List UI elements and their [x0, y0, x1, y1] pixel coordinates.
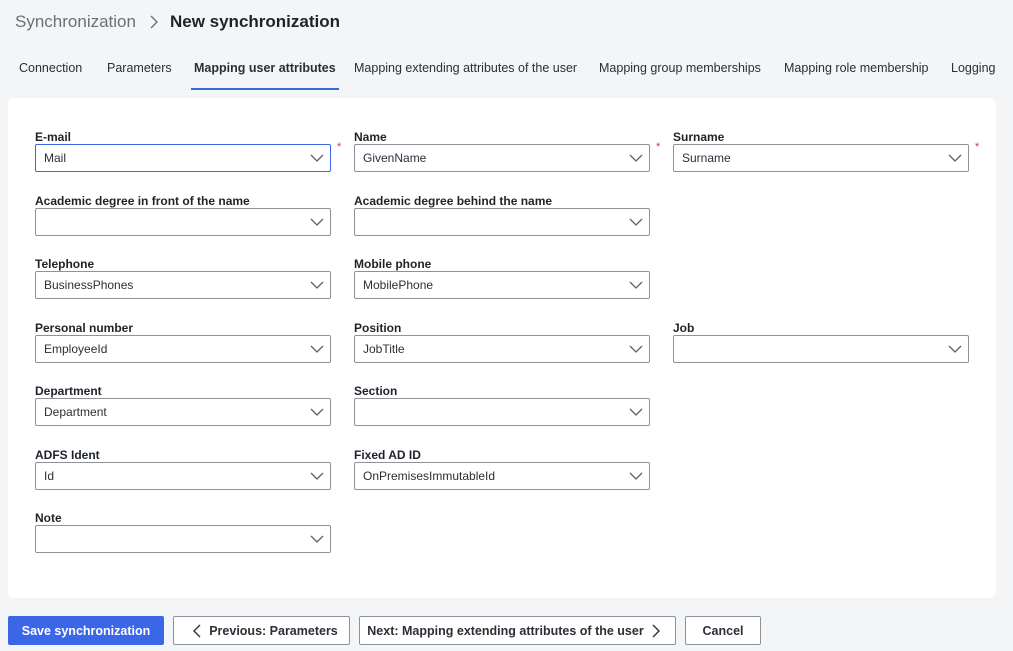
department-label: Department: [35, 384, 102, 398]
email-label: E-mail: [35, 130, 72, 144]
mapping-form-card: E-mail Mail * Name GivenName * Surname S…: [8, 98, 996, 598]
job-field: Job: [673, 320, 969, 363]
chevron-down-icon: [310, 218, 324, 226]
chevron-down-icon: [310, 281, 324, 289]
tab-parameters[interactable]: Parameters: [107, 52, 172, 90]
degree-front-label: Academic degree in front of the name: [35, 194, 250, 208]
surname-label: Surname: [673, 130, 725, 144]
email-field: E-mail Mail *: [35, 129, 341, 172]
mobile-phone-field: Mobile phone MobilePhone: [354, 256, 650, 299]
telephone-select[interactable]: BusinessPhones: [35, 271, 331, 299]
surname-value: Surname: [682, 151, 731, 165]
chevron-down-icon: [948, 154, 962, 162]
position-select[interactable]: JobTitle: [354, 335, 650, 363]
email-select[interactable]: Mail: [35, 144, 331, 172]
mobile-phone-label: Mobile phone: [354, 257, 432, 271]
note-select[interactable]: [35, 525, 331, 553]
adfs-ident-field: ADFS Ident Id: [35, 447, 331, 490]
personal-number-field: Personal number EmployeeId: [35, 320, 331, 363]
next-button-label: Next: Mapping extending attributes of th…: [367, 623, 644, 638]
chevron-down-icon: [629, 408, 643, 416]
next-button[interactable]: Next: Mapping extending attributes of th…: [359, 616, 676, 645]
adfs-ident-label: ADFS Ident: [35, 448, 100, 462]
chevron-down-icon: [310, 345, 324, 353]
name-value: GivenName: [363, 151, 427, 165]
save-synchronization-button[interactable]: Save synchronization: [8, 616, 164, 645]
degree-behind-field: Academic degree behind the name: [354, 193, 650, 236]
chevron-down-icon: [310, 472, 324, 480]
department-field: Department Department: [35, 383, 331, 426]
telephone-label: Telephone: [35, 257, 95, 271]
chevron-down-icon: [629, 218, 643, 226]
breadcrumb-parent-link[interactable]: Synchronization: [15, 12, 136, 32]
previous-button-label: Previous: Parameters: [209, 623, 338, 638]
position-value: JobTitle: [363, 342, 405, 356]
note-label: Note: [35, 511, 62, 525]
department-select[interactable]: Department: [35, 398, 331, 426]
adfs-ident-select[interactable]: Id: [35, 462, 331, 490]
surname-field: Surname Surname *: [673, 129, 979, 172]
tab-connection[interactable]: Connection: [19, 52, 82, 90]
fixed-ad-id-label: Fixed AD ID: [354, 448, 421, 462]
fixed-ad-id-field: Fixed AD ID OnPremisesImmutableId: [354, 447, 650, 490]
tab-mapping-role-membership[interactable]: Mapping role membership: [784, 52, 929, 90]
tab-mapping-extending-attributes[interactable]: Mapping extending attributes of the user: [354, 52, 577, 90]
position-field: Position JobTitle: [354, 320, 650, 363]
chevron-left-icon: [193, 624, 201, 637]
personal-number-select[interactable]: EmployeeId: [35, 335, 331, 363]
section-field: Section: [354, 383, 650, 426]
email-value: Mail: [44, 151, 67, 165]
cancel-button[interactable]: Cancel: [685, 616, 761, 645]
chevron-right-icon: [144, 12, 164, 32]
telephone-field: Telephone BusinessPhones: [35, 256, 331, 299]
telephone-value: BusinessPhones: [44, 278, 134, 292]
name-field: Name GivenName *: [354, 129, 660, 172]
fixed-ad-id-value: OnPremisesImmutableId: [363, 469, 496, 483]
department-value: Department: [44, 405, 107, 419]
mobile-phone-select[interactable]: MobilePhone: [354, 271, 650, 299]
required-marker: *: [975, 141, 980, 153]
tab-logging[interactable]: Logging: [951, 52, 996, 90]
required-marker: *: [337, 141, 342, 153]
tab-mapping-group-memberships[interactable]: Mapping group memberships: [599, 52, 761, 90]
tab-bar: Connection Parameters Mapping user attri…: [0, 52, 1013, 90]
required-marker: *: [656, 141, 661, 153]
name-select[interactable]: GivenName: [354, 144, 650, 172]
mobile-phone-value: MobilePhone: [363, 278, 434, 292]
chevron-right-icon: [652, 624, 660, 637]
degree-behind-select[interactable]: [354, 208, 650, 236]
personal-number-value: EmployeeId: [44, 342, 108, 356]
section-label: Section: [354, 384, 398, 398]
note-field: Note: [35, 510, 331, 553]
job-select[interactable]: [673, 335, 969, 363]
adfs-ident-value: Id: [44, 469, 55, 483]
degree-behind-label: Academic degree behind the name: [354, 194, 553, 208]
degree-front-field: Academic degree in front of the name: [35, 193, 331, 236]
personal-number-label: Personal number: [35, 321, 134, 335]
chevron-down-icon: [629, 154, 643, 162]
chevron-down-icon: [310, 408, 324, 416]
surname-select[interactable]: Surname: [673, 144, 969, 172]
job-label: Job: [673, 321, 695, 335]
tab-mapping-user-attributes[interactable]: Mapping user attributes: [191, 52, 339, 90]
chevron-down-icon: [629, 472, 643, 480]
chevron-down-icon: [629, 345, 643, 353]
section-select[interactable]: [354, 398, 650, 426]
chevron-down-icon: [629, 281, 643, 289]
chevron-down-icon: [948, 345, 962, 353]
page-title: New synchronization: [169, 12, 340, 31]
chevron-down-icon: [310, 154, 324, 162]
breadcrumb: Synchronization New synchronization: [15, 11, 340, 33]
degree-front-select[interactable]: [35, 208, 331, 236]
chevron-down-icon: [310, 535, 324, 543]
previous-button[interactable]: Previous: Parameters: [173, 616, 350, 645]
name-label: Name: [354, 130, 387, 144]
fixed-ad-id-select[interactable]: OnPremisesImmutableId: [354, 462, 650, 490]
position-label: Position: [354, 321, 402, 335]
